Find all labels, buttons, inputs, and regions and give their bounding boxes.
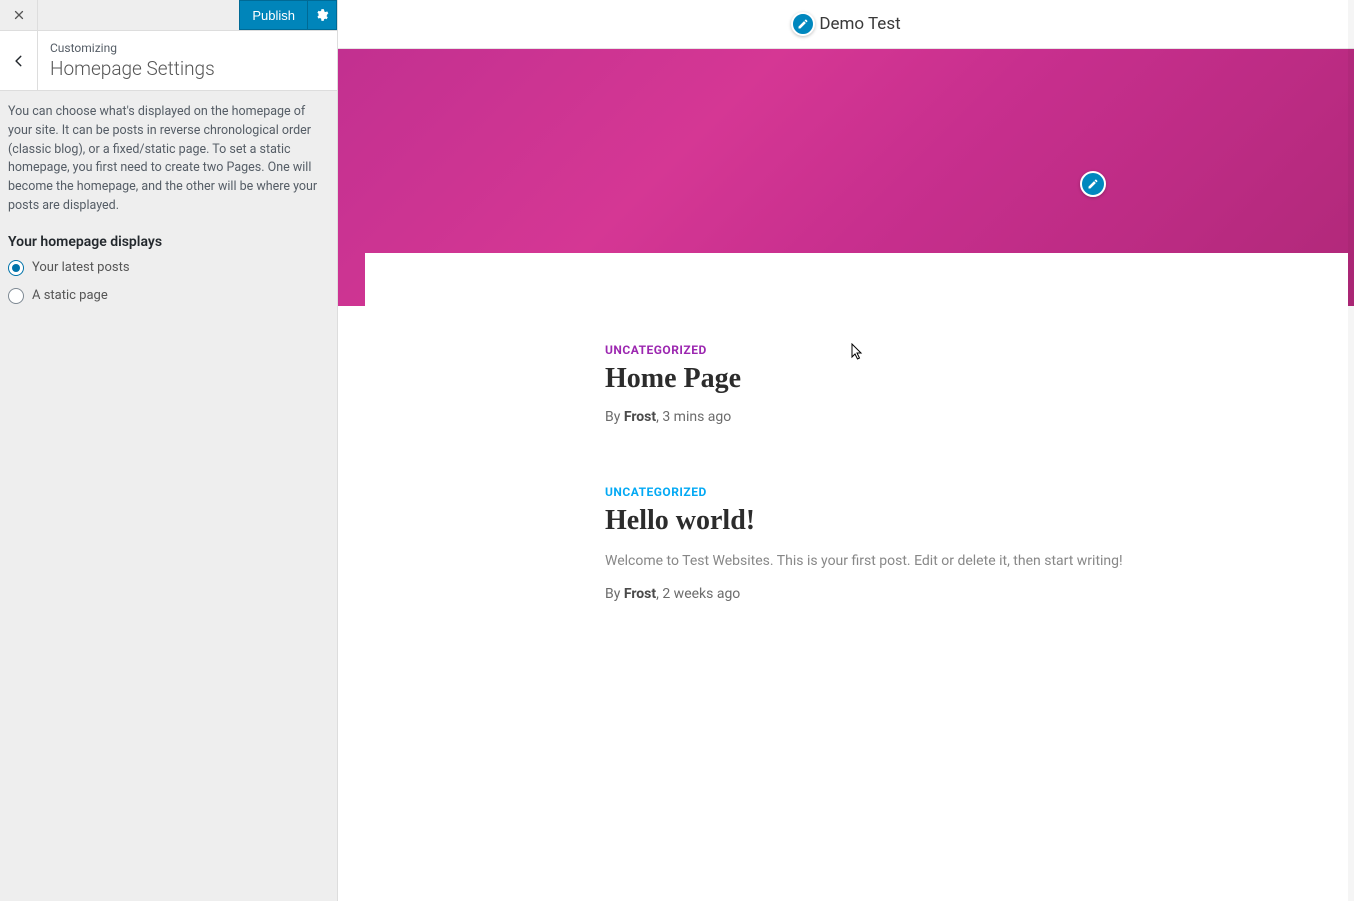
section-header: Customizing Homepage Settings — [0, 30, 337, 91]
post-by-label: By — [605, 586, 624, 602]
post-meta: By Frost, 2 weeks ago — [605, 586, 1245, 602]
edit-site-title-button[interactable] — [791, 12, 815, 36]
publish-button[interactable]: Publish — [239, 0, 307, 30]
post-category[interactable]: UNCATEGORIZED — [605, 343, 1245, 357]
back-button[interactable] — [0, 31, 38, 90]
post-category[interactable]: UNCATEGORIZED — [605, 485, 1245, 499]
post-time: 3 mins ago — [662, 409, 731, 425]
post-author[interactable]: Frost — [624, 409, 656, 425]
site-preview: Demo Test UNCATEGORIZED Home Page By Fro… — [338, 0, 1354, 901]
preview-scrollbar[interactable] — [1348, 0, 1354, 901]
gear-icon — [315, 8, 329, 22]
sidebar-topbar: Publish — [0, 0, 337, 30]
site-title[interactable]: Demo Test — [819, 14, 900, 34]
radio-label: Your latest posts — [32, 260, 130, 275]
section-titles: Customizing Homepage Settings — [38, 31, 227, 90]
post-author[interactable]: Frost — [624, 586, 656, 602]
radio-latest-posts[interactable]: Your latest posts — [8, 260, 329, 276]
site-header: Demo Test — [338, 0, 1354, 48]
subheading-homepage-displays: Your homepage displays — [8, 234, 329, 250]
post-title[interactable]: Home Page — [605, 363, 1245, 395]
radio-icon — [8, 288, 24, 304]
hero-edit-wrap — [1080, 171, 1106, 197]
publish-button-group: Publish — [239, 0, 337, 30]
post-title[interactable]: Hello world! — [605, 505, 1245, 537]
site-title-wrap: Demo Test — [791, 12, 900, 36]
section-eyebrow: Customizing — [50, 41, 215, 55]
pencil-icon — [1087, 178, 1099, 190]
section-body: You can choose what's displayed on the h… — [0, 91, 337, 328]
close-icon — [12, 8, 26, 22]
publish-settings-button[interactable] — [307, 0, 337, 30]
post-meta: By Frost, 3 mins ago — [605, 409, 1245, 425]
chevron-left-icon — [12, 54, 26, 68]
content-card: UNCATEGORIZED Home Page By Frost, 3 mins… — [365, 253, 1348, 901]
post-item: UNCATEGORIZED Home Page By Frost, 3 mins… — [605, 343, 1245, 425]
section-description: You can choose what's displayed on the h… — [8, 103, 329, 216]
radio-static-page[interactable]: A static page — [8, 288, 329, 304]
customizer-sidebar: Publish Customizing Homepage Settings Yo… — [0, 0, 338, 901]
close-customizer-button[interactable] — [0, 0, 38, 30]
post-item: UNCATEGORIZED Hello world! Welcome to Te… — [605, 485, 1245, 602]
post-time: 2 weeks ago — [662, 586, 740, 602]
post-excerpt: Welcome to Test Websites. This is your f… — [605, 551, 1245, 572]
edit-hero-button[interactable] — [1080, 171, 1106, 197]
pencil-icon — [797, 18, 809, 30]
section-title: Homepage Settings — [50, 57, 215, 80]
radio-icon — [8, 260, 24, 276]
post-by-label: By — [605, 409, 624, 425]
radio-label: A static page — [32, 288, 108, 303]
